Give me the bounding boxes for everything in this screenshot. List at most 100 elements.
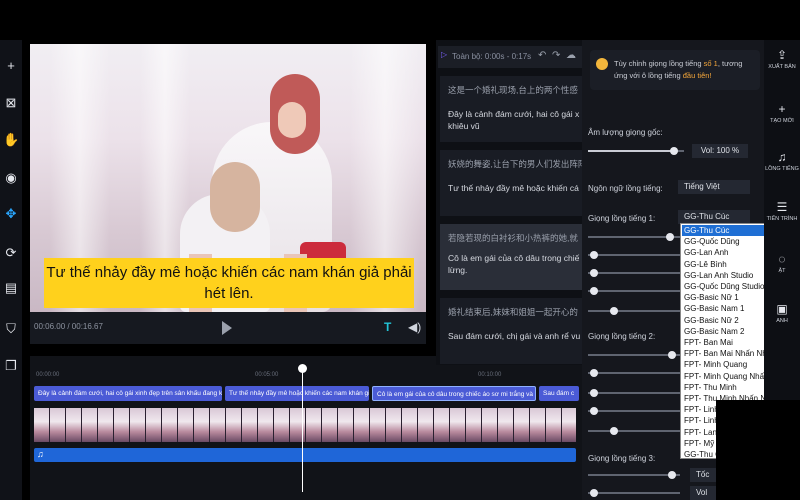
export-frame-icon[interactable]: ⛉ (3, 321, 19, 337)
transcript-segment[interactable]: 婚礼结束后,妹妹和姐姐一起开心的 Sau đám cưới, chị gái v… (440, 298, 582, 364)
progress-button[interactable]: ☰ TIẾN TRÌNH (764, 200, 800, 222)
slider-knob[interactable] (610, 307, 618, 315)
voice1-select[interactable]: GG-Thu Cúc (678, 210, 750, 224)
copy-icon[interactable]: ❐ (3, 358, 19, 374)
dub-language-select[interactable]: Tiếng Việt (678, 180, 750, 194)
slider-knob[interactable] (590, 407, 598, 415)
slider-knob[interactable] (610, 427, 618, 435)
audio-track[interactable]: ♫ (34, 448, 576, 462)
segment-translation: Sau đám cưới, chị gái và anh rể vu (448, 331, 581, 341)
slider-knob[interactable] (590, 369, 598, 377)
video-thumbnail (498, 408, 514, 442)
timeline[interactable]: 00:00:00 00:05:00 00:10:00 Đây là cảnh đ… (30, 356, 582, 500)
video-thumbnail (194, 408, 210, 442)
voice3-label: Giọng lồng tiếng 3: (588, 454, 656, 463)
voice1-speed-slider[interactable] (588, 233, 680, 241)
voice3-speed-slider[interactable] (588, 471, 680, 479)
voice2-speed-slider[interactable] (588, 351, 680, 359)
video-thumbnail (482, 408, 498, 442)
time-ruler: 00:00:00 00:05:00 00:10:00 (30, 370, 582, 384)
voice2-pitch-slider[interactable] (588, 389, 680, 397)
subtitle-clip[interactable]: Tư thế nhảy đầy mê hoặc khiến các nam kh… (225, 386, 369, 401)
video-track[interactable] (34, 408, 576, 442)
slider-knob[interactable] (590, 389, 598, 397)
emoji-icon (596, 58, 608, 70)
slider-knob[interactable] (590, 287, 598, 295)
video-thumbnail (418, 408, 434, 442)
video-thumbnail (258, 408, 274, 442)
transcript-segment[interactable]: 妖娆的舞姿,让台下的男人们发出阵阵 Tư thế nhảy đầy mê hoặ… (440, 150, 582, 216)
loop-icon[interactable]: ⟳ (3, 245, 19, 261)
orig-volume-slider[interactable] (588, 147, 684, 155)
voice2-volume-slider[interactable] (588, 369, 680, 377)
segment-translation: Đây là cảnh đám cưới, hai cô gái x khiêu… (448, 109, 580, 131)
image-label: ANH (776, 318, 788, 324)
play-icon[interactable] (222, 321, 232, 335)
playhead-handle[interactable] (298, 364, 307, 373)
subtitle-clip[interactable]: Sau đám c (539, 386, 579, 401)
slider-knob[interactable] (590, 269, 598, 277)
slider-knob[interactable] (670, 147, 679, 155)
text-icon[interactable]: T (384, 320, 391, 334)
volume-icon[interactable]: ◀) (408, 320, 421, 334)
slider-knob[interactable] (668, 471, 676, 479)
voice1-slider[interactable] (588, 307, 680, 315)
move-icon[interactable]: ✥ (3, 206, 19, 222)
add-icon[interactable]: + (3, 58, 19, 74)
adjust-button[interactable]: ◌ ẬT (764, 252, 800, 274)
undo-icon[interactable]: ↶ (538, 50, 546, 61)
segment-source: 这是一个婚礼现场,台上的两个性感 (448, 85, 578, 95)
voice1-slider[interactable] (588, 287, 680, 295)
tick-label: 00:00:00 (36, 372, 60, 378)
slider-knob[interactable] (590, 251, 598, 259)
slider-knob[interactable] (668, 351, 676, 359)
voice2-slider[interactable] (588, 427, 680, 435)
crop-icon[interactable]: ⊠ (3, 95, 19, 111)
video-thumbnail (530, 408, 546, 442)
eye-icon[interactable]: ◉ (3, 170, 19, 186)
video-thumbnail (210, 408, 226, 442)
tip-box: Tùy chỉnh giọng lồng tiếng số 1, tương ứ… (590, 50, 760, 90)
video-thumbnail (82, 408, 98, 442)
subtitle-clip[interactable]: Đây là cảnh đám cưới, hai cô gái xinh đẹ… (34, 386, 222, 401)
transcript-segment[interactable]: 这是一个婚礼现场,台上的两个性感 Đây là cảnh đám cưới, h… (440, 76, 582, 142)
subtitle-line: Tư thế nhảy đầy mê hoặc khiến các nam kh… (46, 264, 412, 281)
voice1-volume-slider[interactable] (588, 251, 680, 259)
video-thumbnail (370, 408, 386, 442)
video-thumbnail (434, 408, 450, 442)
hand-icon[interactable]: ✋ (3, 132, 19, 148)
cloud-icon[interactable]: ☁ (566, 50, 576, 61)
redo-icon[interactable]: ↷ (552, 50, 560, 61)
voice3-volume-slider[interactable] (588, 489, 680, 497)
video-thumbnail (450, 408, 466, 442)
left-toolbar: + ⊠ ✋ ◉ ✥ ⟳ ▤ ⛉ ❐ (0, 40, 22, 500)
slider-knob[interactable] (666, 233, 674, 241)
transcript-range: Toàn bộ: 0:00s - 0:17s (452, 52, 532, 61)
slider-knob[interactable] (590, 489, 598, 497)
voice2-slider[interactable] (588, 407, 680, 415)
dubbing-button[interactable]: ♫ LỒNG TIẾNG (764, 150, 800, 172)
new-label: TẠO MỚI (770, 118, 794, 124)
image-button[interactable]: ▣ ANH (764, 302, 800, 324)
voice1-label: Giọng lồng tiếng 1: (588, 214, 656, 223)
subtitle-icon[interactable]: ▤ (3, 280, 19, 296)
transcript-segment[interactable]: 若隐若现的白衬衫和小热裤的她,就 Cô là em gái của cô dâu… (440, 224, 582, 290)
video-thumbnail (178, 408, 194, 442)
subtitle-line: hét lên. (204, 285, 254, 302)
export-button[interactable]: ⇪ XUẤT BẢN (764, 48, 800, 70)
playhead[interactable] (302, 366, 303, 492)
voice1-pitch-slider[interactable] (588, 269, 680, 277)
video-thumbnail (50, 408, 66, 442)
settings-icon: ◌ (778, 252, 786, 266)
voice2-label: Giọng lồng tiếng 2: (588, 332, 656, 341)
video-thumbnail (354, 408, 370, 442)
upload-icon: ⇪ (776, 48, 788, 62)
video-thumbnail (546, 408, 562, 442)
tick-label: 00:10:00 (478, 372, 502, 378)
video-preview[interactable]: Tư thế nhảy đầy mê hoặc khiến các nam kh… (30, 44, 426, 312)
new-button[interactable]: + TẠO MỚI (764, 102, 800, 124)
video-thumbnail (338, 408, 354, 442)
video-thumbnail (386, 408, 402, 442)
top-bar (0, 0, 800, 40)
subtitle-clip[interactable]: Cô là em gái của cô dâu trong chiếc áo s… (372, 386, 536, 401)
